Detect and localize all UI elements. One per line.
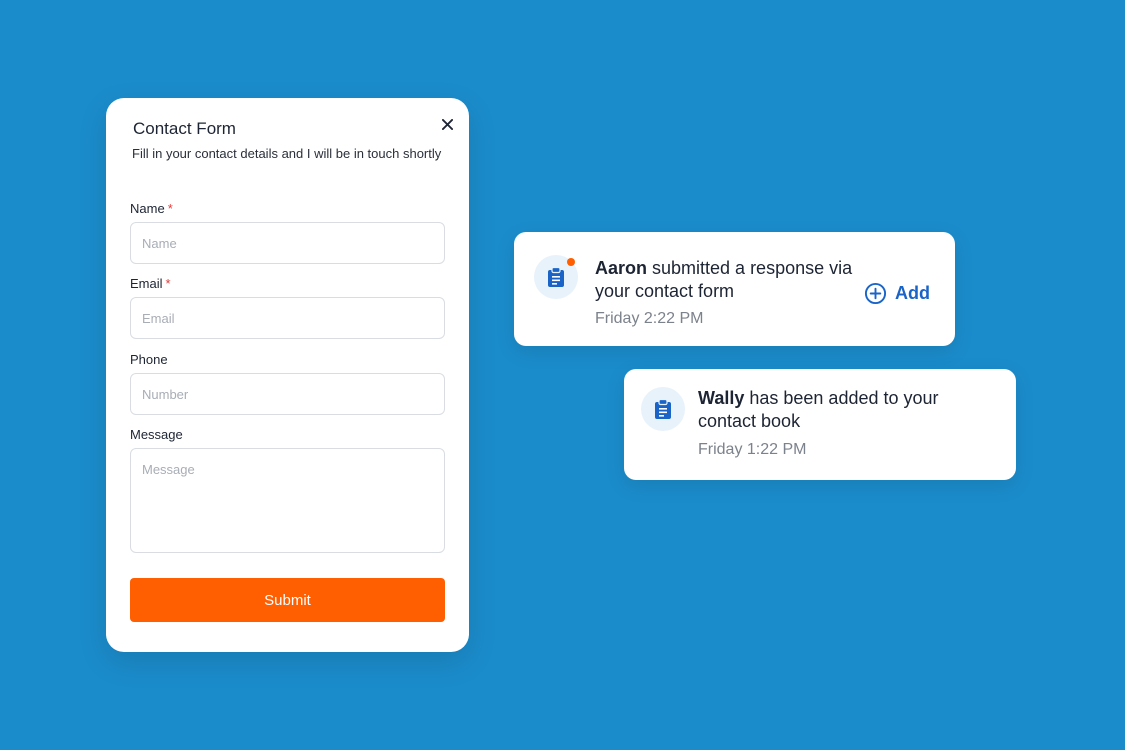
clipboard-icon xyxy=(548,267,564,287)
notification-icon-badge xyxy=(641,387,685,431)
unread-dot xyxy=(567,258,575,266)
phone-label-text: Phone xyxy=(130,352,168,367)
name-input[interactable] xyxy=(130,222,445,264)
name-label-text: Name xyxy=(130,201,165,216)
close-button[interactable] xyxy=(439,116,455,132)
form-subtitle: Fill in your contact details and I will … xyxy=(132,146,442,161)
clipboard-icon xyxy=(655,399,671,419)
close-icon xyxy=(441,118,453,130)
message-textarea[interactable] xyxy=(130,448,445,553)
notification-text: Wally has been added to your contact boo… xyxy=(698,387,988,433)
name-required-mark: * xyxy=(167,201,173,216)
form-title: Contact Form xyxy=(133,119,236,138)
phone-input[interactable] xyxy=(130,373,445,415)
contact-form-card: Contact Form Fill in your contact detail… xyxy=(106,98,469,652)
submit-button[interactable]: Submit xyxy=(130,578,445,622)
name-label: Name * xyxy=(130,201,173,216)
notification-text: Aaron submitted a response via your cont… xyxy=(595,257,860,303)
notification-who: Aaron xyxy=(595,258,648,278)
message-label: Message xyxy=(130,427,183,442)
message-label-text: Message xyxy=(130,427,183,442)
email-label-text: Email xyxy=(130,276,163,291)
notification-time: Friday 2:22 PM xyxy=(595,310,704,327)
email-input[interactable] xyxy=(130,297,445,339)
plus-circle-icon xyxy=(864,282,887,305)
notification-response: Aaron submitted a response via your cont… xyxy=(514,232,955,346)
phone-label: Phone xyxy=(130,352,168,367)
add-button-label: Add xyxy=(895,283,930,303)
notification-who: Wally xyxy=(698,388,745,408)
notification-time: Friday 1:22 PM xyxy=(698,441,807,458)
email-required-mark: * xyxy=(165,276,171,291)
notification-contact-added: Wally has been added to your contact boo… xyxy=(624,369,1016,480)
add-contact-button[interactable]: Add xyxy=(864,282,930,305)
email-label: Email * xyxy=(130,276,171,291)
